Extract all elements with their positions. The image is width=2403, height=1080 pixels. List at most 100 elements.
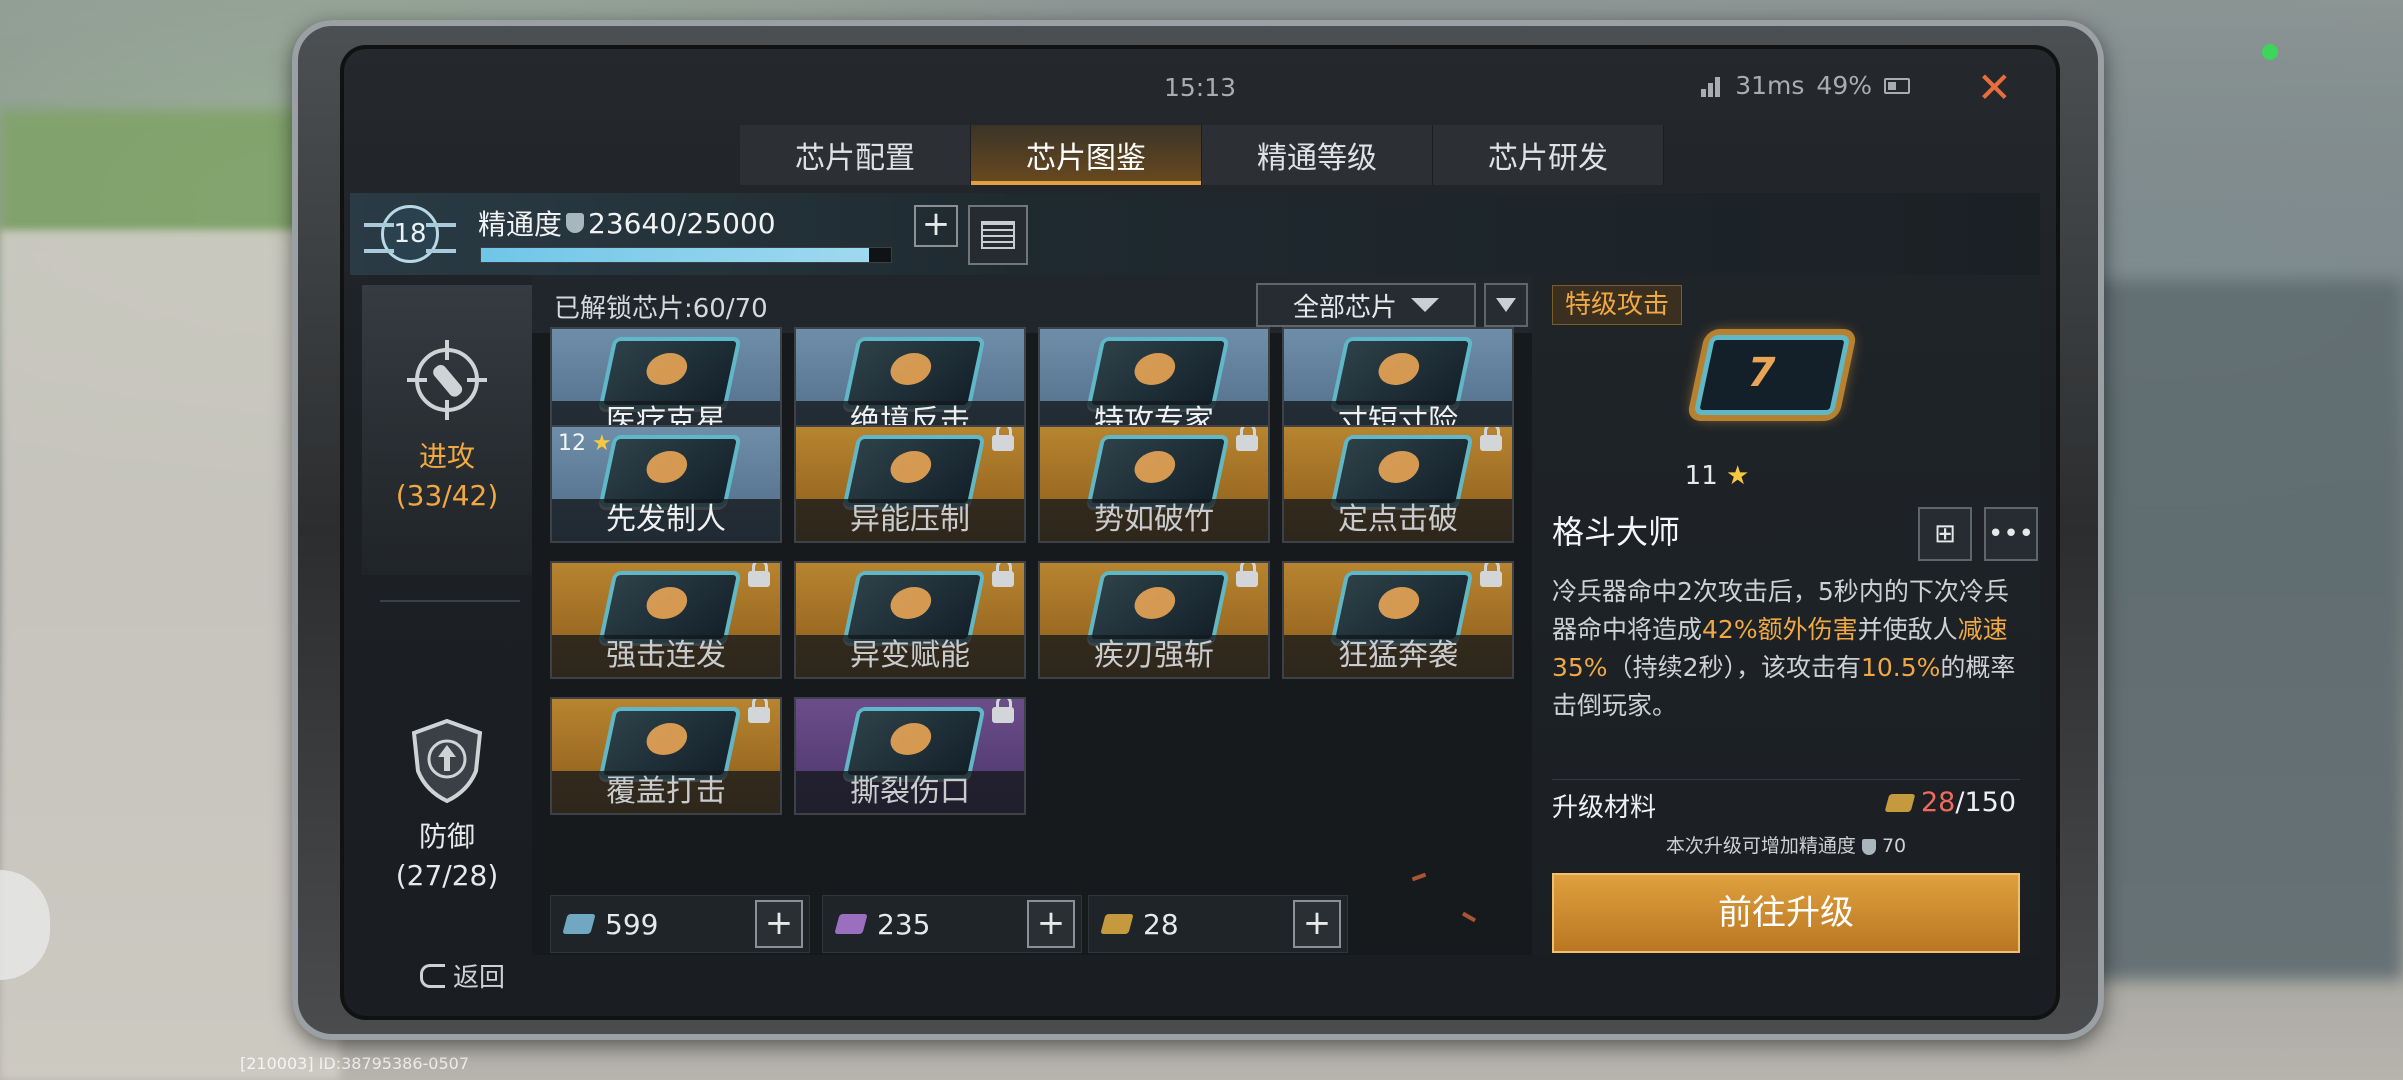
chip-card-label: 定点击破	[1284, 499, 1512, 541]
description-text: 并使敌人	[1857, 615, 1958, 644]
mastery-value: 23640/25000	[588, 206, 776, 240]
grid-toolbar: 已解锁芯片:60/70 全部芯片	[532, 275, 1532, 333]
chip-card-label: 先发制人	[552, 499, 780, 541]
level-badge: 18	[364, 201, 456, 267]
chip-card[interactable]: 定点击破	[1282, 425, 1514, 543]
mastery-text: 精通度 23640/25000	[478, 203, 776, 243]
chip-card[interactable]: 异能压制	[794, 425, 1026, 543]
lock-icon	[992, 427, 1014, 451]
lock-icon	[748, 699, 770, 723]
shield-arrow-icon	[402, 715, 492, 805]
crosshair-bullet-icon	[402, 335, 492, 425]
description-text: （持续2秒），该攻击有	[1607, 653, 1861, 682]
battery-icon	[1884, 77, 1910, 94]
chip-card[interactable]: 覆盖打击	[550, 697, 782, 815]
material-amount: 28/150	[1884, 787, 2016, 818]
mastery-header: 18 精通度 23640/25000 +	[350, 193, 2040, 275]
add-gold-material-button[interactable]: +	[1293, 900, 1341, 948]
purple-chip-material-icon	[834, 914, 868, 934]
chip-card-label: 强击连发	[552, 635, 780, 677]
currency-purple-value: 235	[877, 907, 931, 941]
tab-chip-config[interactable]: 芯片配置	[740, 125, 971, 185]
chip-card-label: 异能压制	[796, 499, 1024, 541]
codex-info-button[interactable]	[968, 205, 1028, 265]
chip-tree-button[interactable]: ⊞	[1918, 507, 1972, 561]
lock-icon	[1236, 563, 1258, 587]
network-status: 31ms 49%	[1701, 71, 1910, 100]
mastery-progress-bar	[480, 247, 892, 263]
chip-icon	[1330, 571, 1474, 643]
lock-icon	[1480, 563, 1502, 587]
chip-icon	[842, 435, 986, 507]
currency-gold: 28 +	[1088, 895, 1348, 953]
chip-name: 格斗大师	[1552, 513, 1681, 551]
category-attack[interactable]: 进攻 (33/42)	[362, 285, 532, 575]
material-label: 升级材料	[1552, 793, 1657, 823]
chip-icon	[598, 337, 742, 409]
chip-rarity-tag: 特级攻击	[1552, 285, 1683, 325]
unlocked-count: 已解锁芯片:60/70	[554, 294, 768, 324]
online-status-dot	[2262, 44, 2278, 60]
chip-star-count: 11	[1684, 461, 1718, 491]
detail-divider	[1552, 779, 2020, 780]
tab-chip-codex[interactable]: 芯片图鉴	[971, 125, 1202, 185]
lock-icon	[992, 699, 1014, 723]
close-button[interactable]: ✕	[1977, 63, 2012, 112]
chip-card[interactable]: 势如破竹	[1038, 425, 1270, 543]
selected-chip-image: 7	[1693, 335, 1851, 415]
category-divider	[380, 600, 520, 602]
chip-card-label: 覆盖打击	[552, 771, 780, 813]
tab-bar: 芯片配置 芯片图鉴 精通等级 芯片研发	[740, 125, 1664, 185]
back-label: 返回	[453, 963, 506, 993]
filter-button[interactable]	[1484, 283, 1528, 327]
currency-gold-value: 28	[1143, 907, 1179, 941]
add-mastery-button[interactable]: +	[914, 205, 958, 247]
chip-icon	[598, 571, 742, 643]
ember-spark	[1411, 872, 1427, 882]
chip-filter-dropdown[interactable]: 全部芯片	[1256, 283, 1476, 327]
chip-card[interactable]: 疾刃强斩	[1038, 561, 1270, 679]
upgrade-note-text: 本次升级可增加精通度	[1665, 835, 1856, 857]
chip-card-label: 狂猛奔袭	[1284, 635, 1512, 677]
player-id-text: [210003] ID:38795386-0507	[240, 1054, 470, 1073]
mastery-shield-icon	[566, 213, 585, 233]
chip-card[interactable]: 狂猛奔袭	[1282, 561, 1514, 679]
chip-grid-panel: 已解锁芯片:60/70 全部芯片 医疗克星 绝境反击 特攻专家 寸短寸险 12 ★ 先发制人…	[532, 275, 1532, 955]
chip-icon	[1086, 337, 1230, 409]
filter-label: 全部芯片	[1292, 292, 1397, 323]
chip-star-level: 11 ★	[1532, 461, 1902, 491]
material-current: 28	[1921, 787, 1956, 818]
chip-icon	[842, 571, 986, 643]
mastery-label: 精通度	[478, 208, 563, 241]
tab-mastery-level[interactable]: 精通等级	[1202, 125, 1433, 185]
chip-card[interactable]: 强击连发	[550, 561, 782, 679]
star-icon: ★	[1726, 461, 1750, 491]
currency-purple: 235 +	[822, 895, 1082, 953]
more-options-button[interactable]: •••	[1984, 507, 2038, 561]
add-purple-material-button[interactable]: +	[1027, 900, 1075, 948]
back-button[interactable]: 返回	[420, 957, 505, 994]
lock-icon	[1236, 427, 1258, 451]
chip-card[interactable]: 撕裂伤口	[794, 697, 1026, 815]
currency-blue-value: 599	[605, 907, 659, 941]
go-upgrade-button[interactable]: 前往升级	[1552, 873, 2020, 953]
mastery-progress-fill	[481, 248, 869, 262]
background-grass	[0, 110, 330, 240]
chip-card[interactable]: 12 ★ 先发制人	[550, 425, 782, 543]
category-attack-count: (33/42)	[395, 479, 499, 512]
chevron-down-icon	[1411, 298, 1439, 312]
chip-card-label: 撕裂伤口	[796, 771, 1024, 813]
wing-left-icon	[364, 223, 394, 253]
tab-chip-research[interactable]: 芯片研发	[1433, 125, 1664, 185]
signal-icon	[1701, 75, 1723, 97]
chip-card-stars: 12	[558, 431, 586, 456]
description-highlight: 42%额外伤害	[1702, 615, 1858, 644]
chip-icon	[842, 337, 986, 409]
category-defense[interactable]: 防御 (27/28)	[362, 665, 532, 915]
add-blue-material-button[interactable]: +	[755, 900, 803, 948]
chip-card[interactable]: 异变赋能	[794, 561, 1026, 679]
lock-icon	[748, 563, 770, 587]
chip-description: 冷兵器命中2次攻击后，5秒内的下次冷兵器命中将造成42%额外伤害并使敌人减速35…	[1552, 573, 2022, 725]
book-icon	[981, 221, 1015, 249]
ember-spark	[1461, 911, 1477, 923]
